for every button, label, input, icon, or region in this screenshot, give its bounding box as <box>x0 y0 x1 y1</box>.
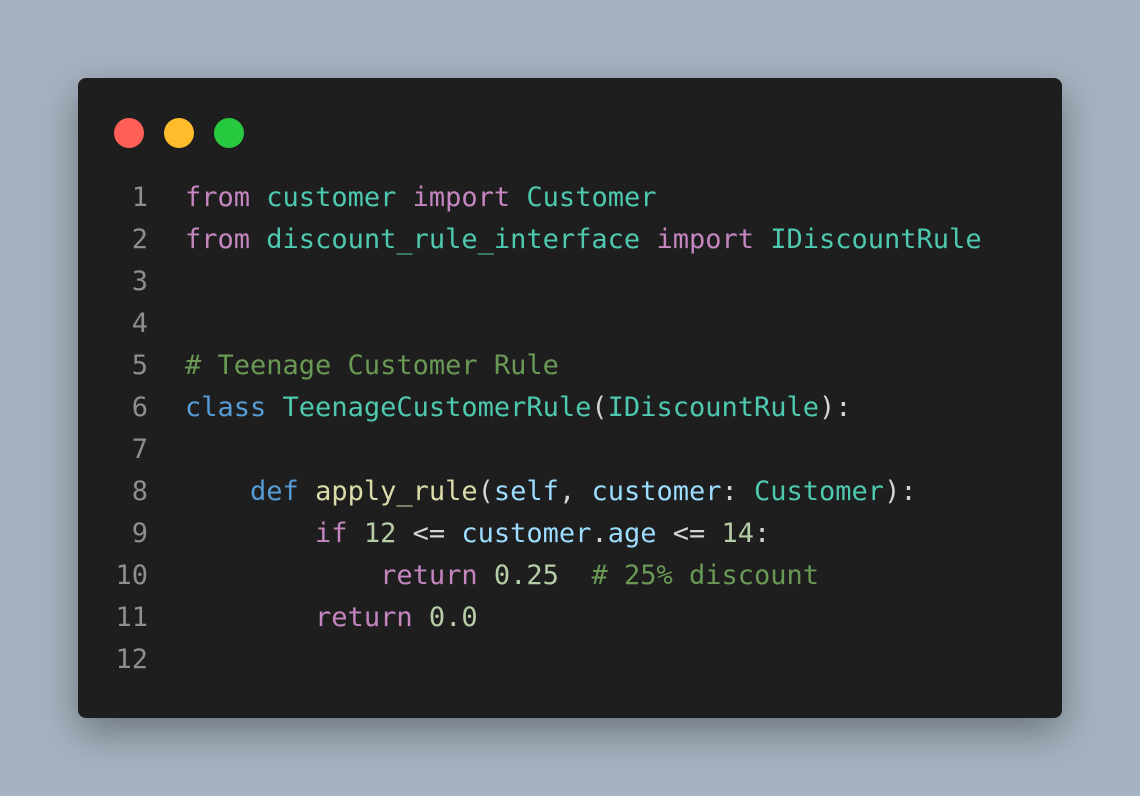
line-number: 8 <box>131 476 148 507</box>
code-token: Customer <box>526 182 657 213</box>
line-number: 12 <box>115 644 148 675</box>
code-token: # Teenage Customer Rule <box>185 350 559 381</box>
line-number: 6 <box>131 392 148 423</box>
code-token: Customer <box>754 476 885 507</box>
maximize-button[interactable] <box>214 118 244 148</box>
code-token: return <box>315 602 413 633</box>
code-token: # 25% discount <box>591 560 820 591</box>
code-line: 12 <box>78 639 1062 681</box>
code-text: return 0.25 # 25% discount <box>185 555 819 597</box>
code-text: class TeenageCustomerRule(IDiscountRule)… <box>185 387 852 429</box>
code-window: 1 from customer import Customer 2 from disc… <box>78 78 1062 718</box>
code-line: 9 if 12 <= customer.age <= 14: <box>78 513 1062 555</box>
code-line: 4 <box>78 303 1062 345</box>
line-number: 1 <box>131 182 148 213</box>
close-button[interactable] <box>114 118 144 148</box>
code-token: apply_rule <box>315 476 478 507</box>
window-controls <box>114 118 264 148</box>
code-text: # Teenage Customer Rule <box>185 345 559 387</box>
code-token: <= <box>396 518 462 549</box>
code-token: 0.25 <box>493 560 559 591</box>
code-line: 7 <box>78 429 1062 471</box>
code-token: import <box>412 182 511 213</box>
code-editor[interactable]: 1 from customer import Customer 2 from disc… <box>78 177 1062 681</box>
code-token: : <box>754 518 771 549</box>
code-token: 14 <box>721 518 755 549</box>
code-token: self <box>493 476 559 507</box>
line-number: 5 <box>131 350 148 381</box>
code-token: ( <box>591 392 608 423</box>
code-token: . <box>591 518 608 549</box>
line-number: 10 <box>115 560 148 591</box>
code-token: discount_rule_interface <box>266 224 641 255</box>
code-token: customer <box>591 476 722 507</box>
code-token: : <box>721 476 755 507</box>
code-line: 11 return 0.0 <box>78 597 1062 639</box>
code-token: TeenageCustomerRule <box>282 392 592 423</box>
line-number: 9 <box>131 518 148 549</box>
code-line: 2 from discount_rule_interface import IDi… <box>78 219 1062 261</box>
code-token: customer <box>266 182 397 213</box>
code-text: from discount_rule_interface import IDis… <box>185 219 982 261</box>
line-number: 11 <box>115 602 148 633</box>
code-line: 3 <box>78 261 1062 303</box>
line-number: 7 <box>131 434 148 465</box>
code-line: 1 from customer import Customer <box>78 177 1062 219</box>
code-token: class <box>185 392 267 423</box>
line-number: 3 <box>131 266 148 297</box>
code-token: ): <box>819 392 852 423</box>
code-token: customer <box>461 518 592 549</box>
code-line: 8 def apply_rule(self, customer: Custome… <box>78 471 1062 513</box>
code-token: 0.0 <box>428 602 478 633</box>
line-number: 4 <box>131 308 148 339</box>
code-token: ( <box>477 476 494 507</box>
code-token: , <box>558 476 592 507</box>
line-number: 2 <box>131 224 148 255</box>
code-text: def apply_rule(self, customer: Customer)… <box>185 471 917 513</box>
code-token: <= <box>656 518 722 549</box>
code-text: if 12 <= customer.age <= 14: <box>185 513 770 555</box>
code-token: def <box>250 476 299 507</box>
minimize-button[interactable] <box>164 118 194 148</box>
code-token: return <box>380 560 478 591</box>
code-token: 12 <box>363 518 397 549</box>
code-line: 6 class TeenageCustomerRule(IDiscountRule… <box>78 387 1062 429</box>
code-token: from <box>185 182 251 213</box>
code-token: age <box>607 518 657 549</box>
code-token: ): <box>884 476 917 507</box>
code-token: import <box>656 224 754 255</box>
code-text: return 0.0 <box>185 597 478 639</box>
code-token: from <box>185 224 251 255</box>
code-token: IDiscountRule <box>770 224 982 255</box>
code-line: 5 # Teenage Customer Rule <box>78 345 1062 387</box>
code-text: from customer import Customer <box>185 177 656 219</box>
code-line: 10 return 0.25 # 25% discount <box>78 555 1062 597</box>
code-token: if <box>315 518 348 549</box>
code-token: IDiscountRule <box>607 392 819 423</box>
